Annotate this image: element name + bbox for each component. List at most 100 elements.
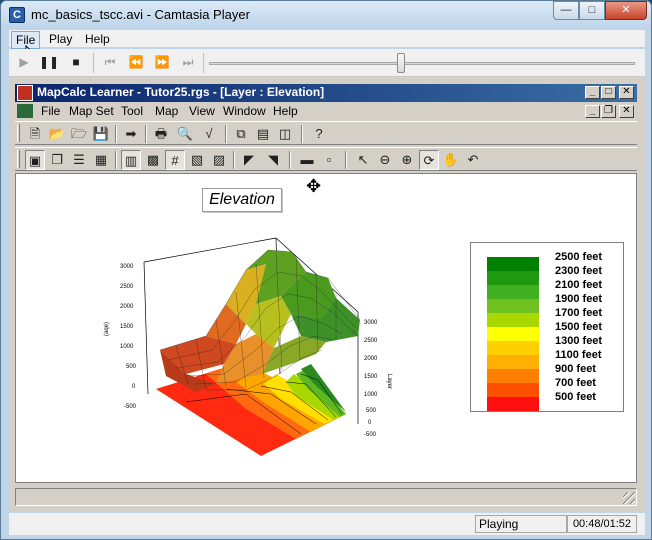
undo-icon[interactable]: ↶ xyxy=(463,150,483,170)
player-transport-bar: ▶ ❚❚ ■ ⏮ ⏪ ⏩ ⏭ xyxy=(9,49,645,77)
copy-icon[interactable]: ❐ xyxy=(47,150,67,170)
terrain-surface xyxy=(159,249,361,392)
cascade-windows-icon[interactable]: ⧉ xyxy=(231,124,251,144)
legend-icon[interactable]: ☰ xyxy=(69,150,89,170)
player-menu-bar: File Play Help xyxy=(9,30,645,49)
legend-swatch xyxy=(487,271,539,285)
new-file-icon[interactable]: 🗎 xyxy=(25,124,45,144)
pattern-ramp-icon[interactable]: ▫ xyxy=(319,150,339,170)
display-toolbar: ▣ ❐ ☰ ▦ ▥ ▩ # ▧ ▨ ◤ ◥ ▬ ▫ ↖ ⊖ ⊕ ⟳ ✋ ↶ xyxy=(15,147,637,171)
player-maximize-button[interactable]: □ xyxy=(579,1,605,20)
player-close-button[interactable]: ✕ xyxy=(605,1,647,20)
calculator-icon[interactable]: √ xyxy=(199,124,219,144)
legend-swatch xyxy=(487,257,539,271)
legend-swatch xyxy=(487,313,539,327)
map-canvas[interactable]: Elevation ✥ 3000 2500 2000 1500 1000 500… xyxy=(15,173,637,483)
legend-swatch xyxy=(487,355,539,369)
player-menu-play[interactable]: Play xyxy=(45,31,76,47)
player-menu-help[interactable]: Help xyxy=(81,31,114,47)
legend-label: 1900 feet xyxy=(555,293,603,305)
image-icon[interactable]: ▦ xyxy=(91,150,111,170)
plane-icon[interactable]: ◥ xyxy=(263,150,283,170)
skip-to-end-icon[interactable]: ⏭ xyxy=(179,53,197,71)
svg-text:500: 500 xyxy=(366,408,377,414)
map-title[interactable]: Elevation xyxy=(202,188,282,212)
mapcalc-minimize-button[interactable]: _ xyxy=(585,86,600,99)
rewind-icon[interactable]: ⏪ xyxy=(127,53,145,71)
document-close-button[interactable]: ✕ xyxy=(619,105,634,118)
toolbar-grip[interactable] xyxy=(17,124,20,142)
lattice-icon[interactable]: ◤ xyxy=(239,150,259,170)
legend-swatch xyxy=(487,327,539,341)
document-minimize-button[interactable]: _ xyxy=(585,105,600,118)
resize-grip-icon[interactable] xyxy=(623,492,635,504)
mapcalc-maximize-button[interactable]: □ xyxy=(601,86,616,99)
player-window-title: mc_basics_tscc.avi - Camtasia Player xyxy=(31,7,250,22)
mapcalc-title-bar[interactable]: MapCalc Learner - Tutor25.rgs - [Layer :… xyxy=(15,84,637,102)
pan-hand-icon[interactable]: ✋ xyxy=(441,150,461,170)
save-icon[interactable]: 💾 xyxy=(91,124,111,144)
legend-label: 1100 feet xyxy=(555,349,602,361)
mapcalc-window-title: MapCalc Learner - Tutor25.rgs - [Layer :… xyxy=(37,85,325,99)
grid-lines-icon[interactable]: # xyxy=(165,150,185,170)
toolbar-separator xyxy=(233,151,235,169)
tile-vertical-icon[interactable]: ◫ xyxy=(275,124,295,144)
player-title-bar[interactable]: C mc_basics_tscc.avi - Camtasia Player —… xyxy=(1,1,651,29)
stop-icon[interactable]: ■ xyxy=(67,53,85,71)
seek-slider-thumb[interactable] xyxy=(396,53,405,73)
legend-label: 900 feet xyxy=(555,363,596,375)
contour-icon[interactable]: ▨ xyxy=(209,150,229,170)
svg-text:-500: -500 xyxy=(364,432,377,438)
toolbar-separator xyxy=(145,125,147,143)
menu-help[interactable]: Help xyxy=(273,104,298,118)
context-help-icon[interactable]: ? xyxy=(309,124,329,144)
color-grid-icon[interactable]: ▧ xyxy=(187,150,207,170)
legend-swatch xyxy=(487,397,539,411)
svg-text:500: 500 xyxy=(126,364,137,370)
svg-text:0: 0 xyxy=(368,420,372,426)
wireframe-icon[interactable]: ▩ xyxy=(143,150,163,170)
player-status-bar: Playing 00:48/01:52 xyxy=(9,513,645,535)
rotate-icon[interactable]: ⟳ xyxy=(419,150,439,170)
svg-text:3000: 3000 xyxy=(120,264,134,270)
pause-icon[interactable]: ❚❚ xyxy=(39,53,59,71)
export-icon[interactable]: ➡ xyxy=(121,124,141,144)
menu-map-set[interactable]: Map Set xyxy=(69,104,114,118)
map-view-icon[interactable]: ▣ xyxy=(25,150,45,170)
elevation-legend[interactable]: 2500 feet 2300 feet 2100 feet 1900 feet … xyxy=(470,242,624,412)
surface-3d-icon[interactable]: ▥ xyxy=(121,150,141,170)
playback-time: 00:48/01:52 xyxy=(567,515,637,533)
menu-view[interactable]: View xyxy=(189,104,215,118)
mapcalc-close-button[interactable]: ✕ xyxy=(619,86,634,99)
toolbar-separator xyxy=(289,151,291,169)
fast-forward-icon[interactable]: ⏩ xyxy=(153,53,171,71)
elevation-3d-surface[interactable]: 3000 2500 2000 1500 1000 500 0 -500 (aqe… xyxy=(96,224,396,464)
binoculars-icon[interactable]: 🔍 xyxy=(175,124,195,144)
legend-label: 1700 feet xyxy=(555,307,603,319)
play-icon[interactable]: ▶ xyxy=(15,53,33,71)
zoom-out-icon[interactable]: ⊖ xyxy=(375,150,395,170)
svg-text:2000: 2000 xyxy=(120,304,134,310)
skip-to-start-icon[interactable]: ⏮ xyxy=(101,53,119,71)
menu-tool[interactable]: Tool xyxy=(121,104,143,118)
menu-map[interactable]: Map xyxy=(155,104,178,118)
toolbar-grip[interactable] xyxy=(17,150,20,168)
select-arrow-icon[interactable]: ↖ xyxy=(353,150,373,170)
svg-text:1500: 1500 xyxy=(120,324,134,330)
print-icon[interactable]: 🖶 xyxy=(151,124,171,144)
player-minimize-button[interactable]: — xyxy=(553,1,579,20)
svg-text:0: 0 xyxy=(132,384,136,390)
document-icon[interactable] xyxy=(17,104,33,118)
zoom-in-icon[interactable]: ⊕ xyxy=(397,150,417,170)
open-folder-icon[interactable]: 📂 xyxy=(47,124,67,144)
open-map-set-icon[interactable]: 🗁 xyxy=(69,124,89,144)
legend-label: 500 feet xyxy=(555,391,596,403)
tile-horizontal-icon[interactable]: ▤ xyxy=(253,124,273,144)
menu-window[interactable]: Window xyxy=(223,104,266,118)
color-ramp-icon[interactable]: ▬ xyxy=(297,150,317,170)
menu-file[interactable]: File xyxy=(41,104,60,118)
document-restore-button[interactable]: ❐ xyxy=(601,105,616,118)
seek-slider-track[interactable] xyxy=(209,62,635,65)
legend-swatch xyxy=(487,369,539,383)
recorded-video-area: MapCalc Learner - Tutor25.rgs - [Layer :… xyxy=(9,78,645,512)
